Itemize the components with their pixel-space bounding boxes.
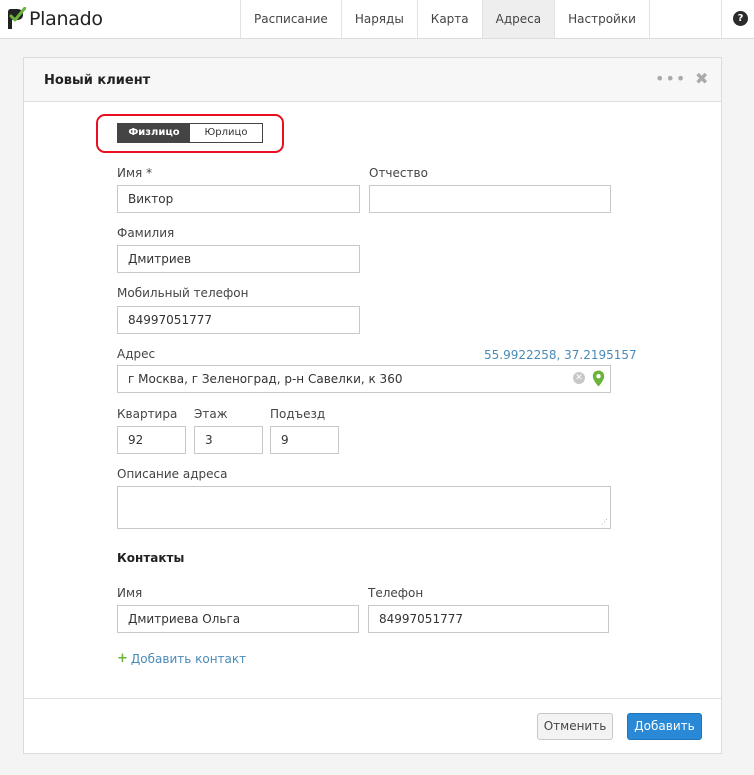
logo-text: Planado bbox=[29, 8, 103, 30]
last-name-input[interactable]: Дмитриев bbox=[117, 245, 360, 273]
first-name-label: Имя * bbox=[117, 166, 153, 180]
modal-title: Новый клиент bbox=[44, 73, 151, 88]
tab-schedule[interactable]: Расписание bbox=[241, 0, 342, 38]
mobile-phone-label: Мобильный телефон bbox=[117, 286, 249, 300]
add-contact-label: Добавить контакт bbox=[130, 651, 247, 666]
clear-address-icon[interactable]: ✕ bbox=[573, 372, 585, 384]
plus-icon: + bbox=[117, 651, 128, 666]
contacts-section-title: Контакты bbox=[117, 551, 185, 565]
address-label: Адрес bbox=[117, 347, 156, 361]
legal-entity-option[interactable]: Юрлицо bbox=[190, 124, 262, 142]
mobile-phone-input[interactable]: 84997051777 bbox=[117, 306, 360, 334]
tab-addresses[interactable]: Адреса bbox=[482, 0, 556, 38]
apartment-label: Квартира bbox=[117, 407, 178, 421]
tab-settings[interactable]: Настройки bbox=[555, 0, 650, 38]
individual-option[interactable]: Физлицо bbox=[118, 124, 190, 142]
address-input[interactable]: г Москва, г Зеленоград, р-н Савелки, к 3… bbox=[117, 365, 611, 393]
new-client-modal: Новый клиент ••• ✖ bbox=[23, 57, 722, 754]
help-icon[interactable]: ? bbox=[733, 11, 748, 26]
more-options-icon[interactable]: ••• bbox=[655, 71, 686, 87]
planado-logo-icon bbox=[8, 7, 26, 29]
footer-divider bbox=[24, 698, 721, 699]
address-coordinates-link[interactable]: 55.9922258, 37.2195157 bbox=[484, 348, 637, 362]
apartment-input[interactable]: 92 bbox=[117, 426, 186, 454]
contact-name-input[interactable]: Дмитриева Ольга bbox=[117, 605, 359, 633]
entrance-label: Подъезд bbox=[270, 407, 326, 421]
middle-name-label: Отчество bbox=[369, 166, 428, 180]
main-nav: Расписание Наряды Карта Адреса Настройки bbox=[240, 0, 650, 38]
floor-label: Этаж bbox=[194, 407, 228, 421]
contact-phone-label: Телефон bbox=[368, 586, 424, 600]
resize-handle-icon[interactable]: ⋰ bbox=[601, 519, 608, 526]
client-type-toggle: Физлицо Юрлицо bbox=[117, 123, 263, 143]
map-pin-icon[interactable] bbox=[592, 370, 605, 387]
entrance-input[interactable]: 9 bbox=[270, 426, 339, 454]
close-icon[interactable]: ✖ bbox=[695, 71, 708, 87]
top-navigation-bar: Planado Расписание Наряды Карта Адреса Н… bbox=[0, 0, 754, 39]
add-button[interactable]: Добавить bbox=[627, 713, 702, 740]
contact-phone-input[interactable]: 84997051777 bbox=[368, 605, 609, 633]
contact-name-label: Имя bbox=[117, 586, 143, 600]
modal-header: Новый клиент ••• ✖ bbox=[24, 58, 721, 102]
address-description-textarea[interactable]: ⋰ bbox=[117, 486, 611, 529]
nav-divider bbox=[721, 0, 722, 38]
first-name-input[interactable]: Виктор bbox=[117, 185, 360, 213]
tab-work-orders[interactable]: Наряды bbox=[342, 0, 418, 38]
app-logo[interactable]: Planado bbox=[6, 6, 103, 32]
last-name-label: Фамилия bbox=[117, 226, 175, 240]
add-contact-link[interactable]: + Добавить контакт bbox=[117, 651, 246, 666]
address-description-label: Описание адреса bbox=[117, 467, 228, 481]
middle-name-input[interactable] bbox=[369, 185, 611, 213]
cancel-button[interactable]: Отменить bbox=[537, 713, 613, 740]
floor-input[interactable]: 3 bbox=[194, 426, 263, 454]
tab-map[interactable]: Карта bbox=[418, 0, 483, 38]
